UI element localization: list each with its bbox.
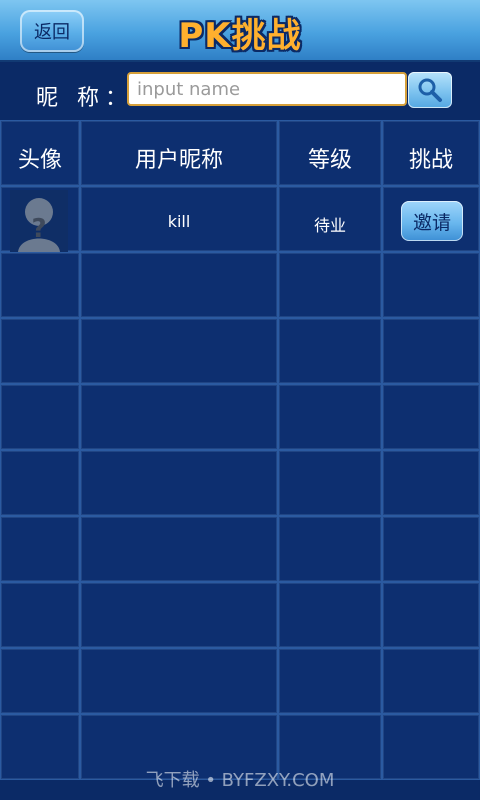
table-cell bbox=[278, 450, 382, 516]
page-title: PK挑战 bbox=[178, 16, 302, 56]
watermark: 飞下载 • BYFZXY.COM bbox=[145, 770, 335, 791]
svg-text:?: ? bbox=[31, 214, 46, 244]
nickname-search-input[interactable] bbox=[127, 72, 407, 106]
search-icon bbox=[418, 78, 442, 102]
table-cell bbox=[0, 318, 80, 384]
table-cell bbox=[382, 252, 480, 318]
table-cell bbox=[278, 384, 382, 450]
search-button[interactable] bbox=[408, 72, 452, 108]
avatar: ? bbox=[10, 190, 68, 252]
table-cell bbox=[80, 384, 278, 450]
table-cell bbox=[382, 450, 480, 516]
invite-button[interactable]: 邀请 bbox=[401, 201, 463, 241]
table-cell bbox=[0, 582, 80, 648]
table-cell bbox=[0, 648, 80, 714]
table-cell bbox=[382, 318, 480, 384]
table-cell bbox=[278, 582, 382, 648]
row-nickname: kill bbox=[167, 212, 191, 231]
table-cell bbox=[80, 516, 278, 582]
table-cell bbox=[278, 318, 382, 384]
table-cell bbox=[278, 252, 382, 318]
table-cell bbox=[0, 384, 80, 450]
header-level: 等级 bbox=[307, 148, 352, 173]
table-cell bbox=[0, 516, 80, 582]
invite-button-label: 邀请 bbox=[412, 211, 451, 234]
table-cell bbox=[382, 384, 480, 450]
table-cell bbox=[278, 648, 382, 714]
nickname-label: 昵 称： bbox=[36, 86, 133, 111]
table-cell bbox=[278, 516, 382, 582]
table-cell bbox=[80, 648, 278, 714]
search-row: 昵 称： bbox=[0, 62, 480, 120]
table-cell bbox=[80, 318, 278, 384]
table-cell bbox=[382, 516, 480, 582]
table-cell bbox=[80, 252, 278, 318]
table-cell bbox=[0, 252, 80, 318]
table-cell bbox=[0, 450, 80, 516]
header-nickname: 用户昵称 bbox=[134, 148, 223, 173]
default-avatar-icon: ? bbox=[18, 198, 60, 252]
table-cell bbox=[382, 582, 480, 648]
top-bar: 返回 PK挑战 bbox=[0, 0, 480, 62]
header-avatar: 头像 bbox=[17, 148, 62, 173]
table-cell bbox=[80, 450, 278, 516]
table-cell bbox=[80, 582, 278, 648]
header-challenge: 挑战 bbox=[408, 148, 453, 173]
table-cell bbox=[382, 648, 480, 714]
row-level: 待业 bbox=[313, 216, 346, 235]
